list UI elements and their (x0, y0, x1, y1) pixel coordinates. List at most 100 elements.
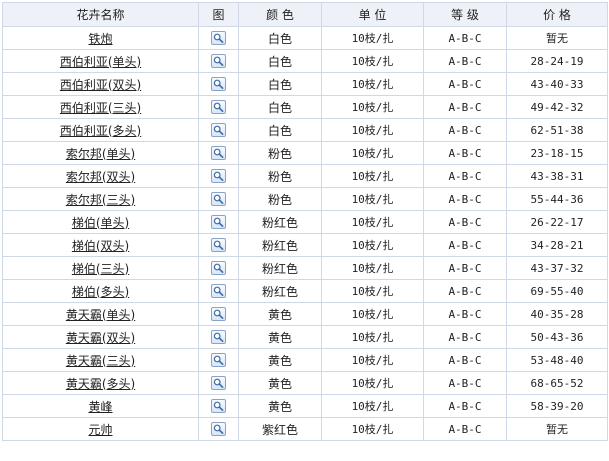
price-cell: 68-65-52 (506, 371, 608, 395)
grade-cell: A-B-C (423, 118, 507, 142)
table-row: 索尔邦(三头) 粉色 10枝/扎 A-B-C 55-44-36 (2, 187, 608, 211)
color-cell: 黄色 (238, 394, 322, 418)
price-cell: 69-55-40 (506, 279, 608, 303)
magnifier-icon[interactable] (211, 284, 226, 299)
flower-name-link[interactable]: 铁炮 (88, 32, 112, 46)
magnifier-icon[interactable] (211, 376, 226, 391)
header-price: 价 格 (506, 2, 608, 27)
flower-name-link[interactable]: 西伯利亚(单头) (60, 55, 141, 69)
magnifier-icon[interactable] (211, 399, 226, 414)
price-cell: 34-28-21 (506, 233, 608, 257)
grade-cell: A-B-C (423, 26, 507, 50)
flower-name-cell: 黄天霸(三头) (2, 348, 199, 372)
color-cell: 白色 (238, 26, 322, 50)
page: 花卉名称 图 颜 色 单 位 等 级 价 格 铁炮 白色 10枝/扎 A-B-C 暂无西… (0, 0, 609, 461)
magnifier-icon[interactable] (211, 353, 226, 368)
unit-cell: 10枝/扎 (321, 302, 424, 326)
flower-name-link[interactable]: 梯伯(单头) (72, 216, 129, 230)
magnifier-icon[interactable] (211, 422, 226, 437)
magnifier-icon[interactable] (211, 330, 226, 345)
color-cell: 黄色 (238, 348, 322, 372)
color-cell: 白色 (238, 95, 322, 119)
magnifier-icon[interactable] (211, 100, 226, 115)
table-row: 梯伯(三头) 粉红色 10枝/扎 A-B-C 43-37-32 (2, 256, 608, 280)
table-row: 西伯利亚(三头) 白色 10枝/扎 A-B-C 49-42-32 (2, 95, 608, 119)
magnifier-icon[interactable] (211, 261, 226, 276)
flower-name-link[interactable]: 黄天霸(单头) (66, 308, 135, 322)
table-row: 黄天霸(双头) 黄色 10枝/扎 A-B-C 50-43-36 (2, 325, 608, 349)
grade-cell: A-B-C (423, 279, 507, 303)
flower-price-table: 花卉名称 图 颜 色 单 位 等 级 价 格 铁炮 白色 10枝/扎 A-B-C 暂无西… (2, 2, 608, 441)
color-cell: 粉红色 (238, 233, 322, 257)
flower-name-cell: 西伯利亚(多头) (2, 118, 199, 142)
flower-name-link[interactable]: 西伯利亚(多头) (60, 124, 141, 138)
flower-name-link[interactable]: 黄天霸(多头) (66, 377, 135, 391)
flower-name-cell: 黄天霸(单头) (2, 302, 199, 326)
magnifier-icon[interactable] (211, 215, 226, 230)
magnifier-icon[interactable] (211, 123, 226, 138)
flower-name-link[interactable]: 梯伯(双头) (72, 239, 129, 253)
flower-name-link[interactable]: 西伯利亚(双头) (60, 78, 141, 92)
table-row: 西伯利亚(单头) 白色 10枝/扎 A-B-C 28-24-19 (2, 49, 608, 73)
color-cell: 白色 (238, 118, 322, 142)
table-row: 梯伯(双头) 粉红色 10枝/扎 A-B-C 34-28-21 (2, 233, 608, 257)
grade-cell: A-B-C (423, 233, 507, 257)
table-row: 西伯利亚(双头) 白色 10枝/扎 A-B-C 43-40-33 (2, 72, 608, 96)
header-color: 颜 色 (238, 2, 322, 27)
magnifier-icon[interactable] (211, 31, 226, 46)
header-grade: 等 级 (423, 2, 507, 27)
flower-name-link[interactable]: 梯伯(多头) (72, 285, 129, 299)
flower-name-cell: 黄天霸(多头) (2, 371, 199, 395)
magnifier-icon[interactable] (211, 146, 226, 161)
unit-cell: 10枝/扎 (321, 26, 424, 50)
magnifier-icon[interactable] (211, 307, 226, 322)
grade-cell: A-B-C (423, 302, 507, 326)
flower-name-link[interactable]: 索尔邦(三头) (66, 193, 135, 207)
flower-name-cell: 黄峰 (2, 394, 199, 418)
unit-cell: 10枝/扎 (321, 49, 424, 73)
image-cell (198, 348, 239, 372)
grade-cell: A-B-C (423, 394, 507, 418)
color-cell: 紫红色 (238, 417, 322, 441)
magnifier-icon[interactable] (211, 192, 226, 207)
unit-cell: 10枝/扎 (321, 141, 424, 165)
price-cell: 53-48-40 (506, 348, 608, 372)
image-cell (198, 256, 239, 280)
magnifier-icon[interactable] (211, 54, 226, 69)
unit-cell: 10枝/扎 (321, 256, 424, 280)
price-cell: 62-51-38 (506, 118, 608, 142)
grade-cell: A-B-C (423, 49, 507, 73)
flower-name-link[interactable]: 元帅 (88, 423, 112, 437)
color-cell: 粉色 (238, 141, 322, 165)
price-cell: 暂无 (506, 26, 608, 50)
table-row: 元帅 紫红色 10枝/扎 A-B-C 暂无 (2, 417, 608, 441)
unit-cell: 10枝/扎 (321, 164, 424, 188)
flower-name-link[interactable]: 梯伯(三头) (72, 262, 129, 276)
flower-name-cell: 西伯利亚(双头) (2, 72, 199, 96)
image-cell (198, 279, 239, 303)
unit-cell: 10枝/扎 (321, 348, 424, 372)
flower-name-link[interactable]: 黄峰 (88, 400, 112, 414)
flower-name-link[interactable]: 黄天霸(三头) (66, 354, 135, 368)
price-cell: 23-18-15 (506, 141, 608, 165)
header-image: 图 (198, 2, 239, 27)
flower-name-link[interactable]: 索尔邦(双头) (66, 170, 135, 184)
header-flower-name: 花卉名称 (2, 2, 199, 27)
flower-name-cell: 西伯利亚(单头) (2, 49, 199, 73)
unit-cell: 10枝/扎 (321, 279, 424, 303)
flower-name-link[interactable]: 西伯利亚(三头) (60, 101, 141, 115)
grade-cell: A-B-C (423, 348, 507, 372)
magnifier-icon[interactable] (211, 169, 226, 184)
image-cell (198, 187, 239, 211)
flower-name-link[interactable]: 黄天霸(双头) (66, 331, 135, 345)
flower-name-cell: 西伯利亚(三头) (2, 95, 199, 119)
image-cell (198, 233, 239, 257)
flower-name-cell: 元帅 (2, 417, 199, 441)
magnifier-icon[interactable] (211, 77, 226, 92)
table-row: 黄天霸(单头) 黄色 10枝/扎 A-B-C 40-35-28 (2, 302, 608, 326)
price-cell: 50-43-36 (506, 325, 608, 349)
magnifier-icon[interactable] (211, 238, 226, 253)
flower-name-cell: 铁炮 (2, 26, 199, 50)
flower-name-link[interactable]: 索尔邦(单头) (66, 147, 135, 161)
table-row: 西伯利亚(多头) 白色 10枝/扎 A-B-C 62-51-38 (2, 118, 608, 142)
